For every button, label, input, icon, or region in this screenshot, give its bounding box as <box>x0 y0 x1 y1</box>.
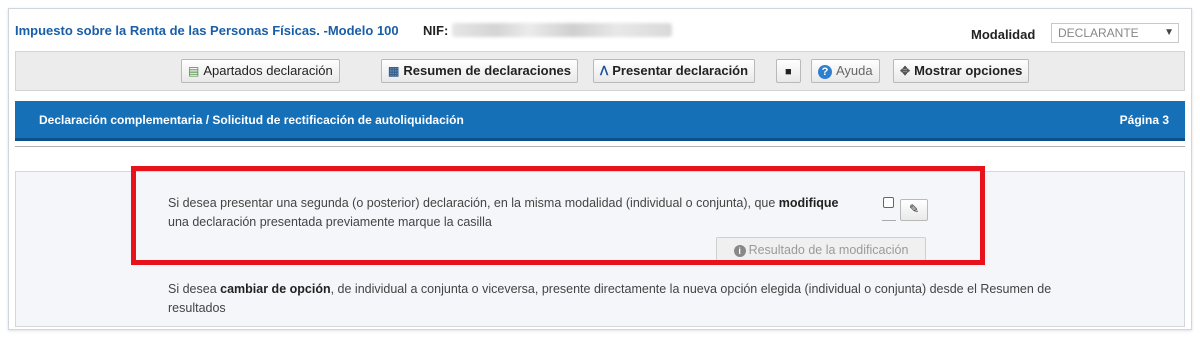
p2-bold-cambiar: cambiar de opción <box>220 282 331 296</box>
summary-icon: ▦ <box>388 64 400 78</box>
ayuda-label: Ayuda <box>836 63 873 78</box>
page-number: Página 3 <box>1119 113 1169 127</box>
modalidad-select[interactable]: DECLARANTE ▼ <box>1051 23 1179 43</box>
list-form-icon: ▤ <box>188 64 200 78</box>
resumen-declaraciones-button[interactable]: ▦ Resumen de declaraciones <box>381 59 578 83</box>
section-title: Declaración complementaria / Solicitud d… <box>39 113 464 127</box>
mostrar-opciones-button[interactable]: ✥ Mostrar opciones <box>893 59 1030 83</box>
camera-icon: ■ <box>785 66 792 78</box>
header-bar: Impuesto sobre la Renta de las Personas … <box>9 9 1191 49</box>
help-icon: ? <box>818 65 832 79</box>
modalidad-value: DECLARANTE <box>1058 26 1139 40</box>
nif-label: NIF: <box>423 23 449 38</box>
resumen-label: Resumen de declaraciones <box>403 63 571 78</box>
section-header: Declaración complementaria / Solicitud d… <box>15 101 1185 141</box>
apartados-label: Apartados declaración <box>203 63 333 78</box>
presentar-label: Presentar declaración <box>612 63 749 78</box>
camera-button[interactable]: ■ <box>776 59 801 83</box>
chevron-down-icon: ▼ <box>1164 27 1174 38</box>
submit-icon: ᐱ <box>600 64 609 78</box>
presentar-declaracion-button[interactable]: ᐱ Presentar declaración <box>593 59 756 83</box>
nif-value-redacted <box>452 23 672 37</box>
highlight-box <box>131 166 985 265</box>
section-divider <box>15 146 1185 147</box>
page-title: Impuesto sobre la Renta de las Personas … <box>15 23 399 38</box>
cambiar-opcion-instructions: Si desea cambiar de opción, de individua… <box>168 280 1068 318</box>
ayuda-button[interactable]: ? Ayuda <box>811 59 880 83</box>
toolbar: ▤ Apartados declaración ▦ Resumen de decla… <box>15 51 1185 91</box>
p2-text-a: Si desea <box>168 282 217 296</box>
options-icon: ✥ <box>900 64 911 78</box>
mostrar-label: Mostrar opciones <box>914 63 1023 78</box>
modalidad-label: Modalidad <box>971 27 1036 42</box>
apartados-declaracion-button[interactable]: ▤ Apartados declaración <box>181 59 340 83</box>
